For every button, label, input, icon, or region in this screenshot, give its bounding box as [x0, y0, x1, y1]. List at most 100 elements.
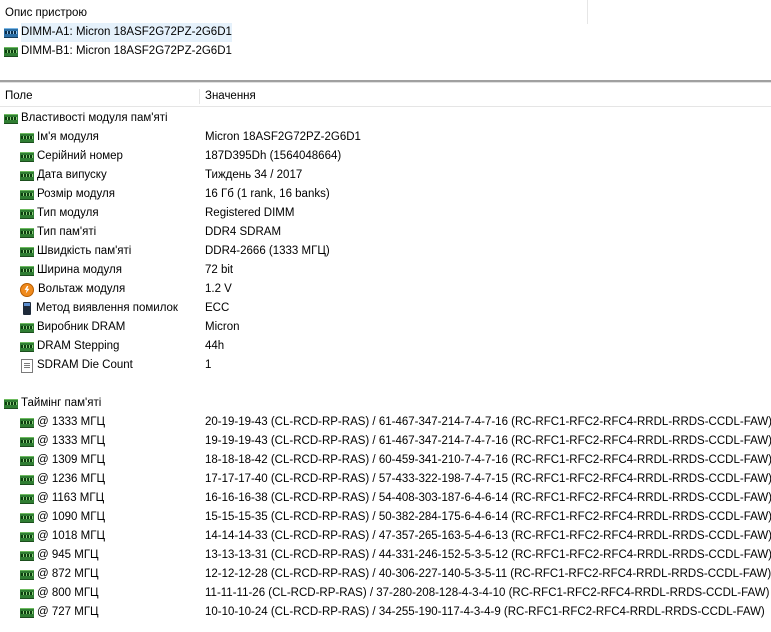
- property-value: 72 bit: [205, 264, 234, 276]
- property-field: @ 1236 МГЦ: [20, 470, 105, 489]
- property-value: 11-11-11-26 (CL-RCD-RP-RAS) / 37-280-208…: [205, 587, 770, 599]
- property-field: @ 727 МГЦ: [20, 603, 99, 622]
- property-field: @ 1333 МГЦ: [20, 432, 105, 451]
- property-row[interactable]: Тип пам'яті DDR4 SDRAM: [0, 223, 771, 242]
- property-value: Micron: [205, 321, 240, 333]
- property-field: SDRAM Die Count: [20, 356, 133, 375]
- header-divider: [587, 0, 588, 24]
- device-description-header[interactable]: Опис пристрою: [5, 5, 87, 21]
- column-header-value[interactable]: Значення: [200, 87, 256, 106]
- property-row[interactable]: Дата випуску Тиждень 34 / 2017: [0, 166, 771, 185]
- property-field-label: Ім'я модуля: [37, 131, 99, 143]
- ram-module-icon: [20, 246, 34, 257]
- group-title-cell: Таймінг пам'яті: [4, 394, 101, 413]
- property-field-label: Тип модуля: [37, 207, 99, 219]
- property-row[interactable]: @ 945 МГЦ 13-13-13-31 (CL-RCD-RP-RAS) / 4…: [0, 546, 771, 565]
- property-field: @ 872 МГЦ: [20, 565, 99, 584]
- property-value: 16 Гб (1 rank, 16 banks): [205, 188, 330, 200]
- property-field-label: SDRAM Die Count: [37, 359, 133, 371]
- ram-module-icon: [20, 493, 34, 504]
- property-row[interactable]: SDRAM Die Count 1: [0, 356, 771, 375]
- ram-module-icon: [4, 46, 18, 57]
- ram-module-icon: [20, 588, 34, 599]
- property-field: DRAM Stepping: [20, 337, 119, 356]
- property-field: @ 1163 МГЦ: [20, 489, 104, 508]
- property-row[interactable]: Вольтаж модуля 1.2 V: [0, 280, 771, 299]
- property-field-label: @ 1236 МГЦ: [37, 473, 105, 485]
- property-row[interactable]: Метод виявлення помилок ECC: [0, 299, 771, 318]
- property-field: Ім'я модуля: [20, 128, 99, 147]
- property-value: ECC: [205, 302, 230, 314]
- ram-module-icon: [20, 455, 34, 466]
- ram-module-icon: [20, 265, 34, 276]
- property-value: 18-18-18-42 (CL-RCD-RP-RAS) / 60-459-341…: [205, 454, 771, 466]
- property-field: Тип модуля: [20, 204, 99, 223]
- device-item-label: DIMM-B1: Micron 18ASF2G72PZ-2G6D1: [21, 45, 232, 57]
- column-header-field[interactable]: Поле: [0, 87, 199, 106]
- ram-module-icon: [20, 151, 34, 162]
- property-field: Швидкість пам'яті: [20, 242, 131, 261]
- property-value: 13-13-13-31 (CL-RCD-RP-RAS) / 44-331-246…: [205, 549, 771, 561]
- device-item-dimm-a1[interactable]: DIMM-A1: Micron 18ASF2G72PZ-2G6D1: [4, 23, 232, 42]
- property-value: Micron 18ASF2G72PZ-2G6D1: [205, 131, 361, 143]
- property-row[interactable]: @ 1163 МГЦ 16-16-16-38 (CL-RCD-RP-RAS) / …: [0, 489, 771, 508]
- document-icon: [21, 358, 33, 373]
- property-row[interactable]: @ 872 МГЦ 12-12-12-28 (CL-RCD-RP-RAS) / 4…: [0, 565, 771, 584]
- property-field-label: @ 872 МГЦ: [37, 568, 99, 580]
- ram-module-icon: [20, 512, 34, 523]
- ram-module-icon: [4, 398, 18, 409]
- memory-timing-group-header[interactable]: Таймінг пам'яті: [0, 394, 771, 413]
- ram-module-icon: [20, 341, 34, 352]
- property-row[interactable]: Виробник DRAM Micron: [0, 318, 771, 337]
- property-row[interactable]: @ 1333 МГЦ 20-19-19-43 (CL-RCD-RP-RAS) / …: [0, 413, 771, 432]
- group-title: Властивості модуля пам'яті: [21, 112, 168, 124]
- property-row[interactable]: DRAM Stepping 44h: [0, 337, 771, 356]
- property-row[interactable]: Розмір модуля 16 Гб (1 rank, 16 banks): [0, 185, 771, 204]
- device-item-dimm-b1[interactable]: DIMM-B1: Micron 18ASF2G72PZ-2G6D1: [4, 42, 232, 61]
- property-value: Тиждень 34 / 2017: [205, 169, 303, 181]
- property-value: 10-10-10-24 (CL-RCD-RP-RAS) / 34-255-190…: [205, 606, 765, 618]
- property-field-label: Дата випуску: [37, 169, 107, 181]
- property-field: Розмір модуля: [20, 185, 115, 204]
- property-row[interactable]: @ 1090 МГЦ 15-15-15-35 (CL-RCD-RP-RAS) / …: [0, 508, 771, 527]
- property-field-label: Розмір модуля: [37, 188, 115, 200]
- property-field: Тип пам'яті: [20, 223, 96, 242]
- property-field: Метод виявлення помилок: [20, 299, 178, 318]
- property-field: Виробник DRAM: [20, 318, 125, 337]
- property-row[interactable]: Ширина модуля 72 bit: [0, 261, 771, 280]
- property-row[interactable]: @ 727 МГЦ 10-10-10-24 (CL-RCD-RP-RAS) / 3…: [0, 603, 771, 622]
- property-value: Registered DIMM: [205, 207, 295, 219]
- property-field-label: Серійний номер: [37, 150, 123, 162]
- property-field: Серійний номер: [20, 147, 123, 166]
- property-field: Вольтаж модуля: [20, 280, 125, 299]
- panel-splitter[interactable]: [0, 80, 771, 83]
- property-row[interactable]: Ім'я модуля Micron 18ASF2G72PZ-2G6D1: [0, 128, 771, 147]
- property-field-label: Ширина модуля: [37, 264, 122, 276]
- property-row[interactable]: @ 1333 МГЦ 19-19-19-43 (CL-RCD-RP-RAS) / …: [0, 432, 771, 451]
- module-properties-group-header[interactable]: Властивості модуля пам'яті: [0, 109, 771, 128]
- property-row[interactable]: @ 1236 МГЦ 17-17-17-40 (CL-RCD-RP-RAS) / …: [0, 470, 771, 489]
- property-row[interactable]: Серійний номер 187D395Dh (1564048664): [0, 147, 771, 166]
- property-field-label: @ 1163 МГЦ: [37, 492, 105, 504]
- property-row[interactable]: Швидкість пам'яті DDR4-2666 (1333 МГЦ): [0, 242, 771, 261]
- ram-module-icon: [20, 569, 34, 580]
- group-title-cell: Властивості модуля пам'яті: [4, 109, 168, 128]
- property-value: 17-17-17-40 (CL-RCD-RP-RAS) / 57-433-322…: [205, 473, 771, 485]
- property-field: @ 1333 МГЦ: [20, 413, 105, 432]
- ram-module-icon: [20, 208, 34, 219]
- property-row[interactable]: Тип модуля Registered DIMM: [0, 204, 771, 223]
- property-value: DDR4-2666 (1333 МГЦ): [205, 245, 330, 257]
- group-title: Таймінг пам'яті: [21, 397, 102, 409]
- property-value: 20-19-19-43 (CL-RCD-RP-RAS) / 61-467-347…: [205, 416, 771, 428]
- property-value: 1.2 V: [205, 283, 232, 295]
- ram-module-icon: [20, 436, 34, 447]
- column-header: Поле Значення: [0, 87, 771, 107]
- property-row[interactable]: @ 800 МГЦ 11-11-11-26 (CL-RCD-RP-RAS) / 3…: [0, 584, 771, 603]
- property-row[interactable]: @ 1309 МГЦ 18-18-18-42 (CL-RCD-RP-RAS) / …: [0, 451, 771, 470]
- property-row[interactable]: @ 1018 МГЦ 14-14-14-33 (CL-RCD-RP-RAS) / …: [0, 527, 771, 546]
- property-field: @ 800 МГЦ: [20, 584, 99, 603]
- property-value: 19-19-19-43 (CL-RCD-RP-RAS) / 61-467-347…: [205, 435, 771, 447]
- device-description-panel: Опис пристрою DIMM-A1: Micron 18ASF2G72P…: [0, 0, 771, 80]
- property-field-label: @ 800 МГЦ: [37, 587, 99, 599]
- ram-module-icon: [4, 27, 18, 38]
